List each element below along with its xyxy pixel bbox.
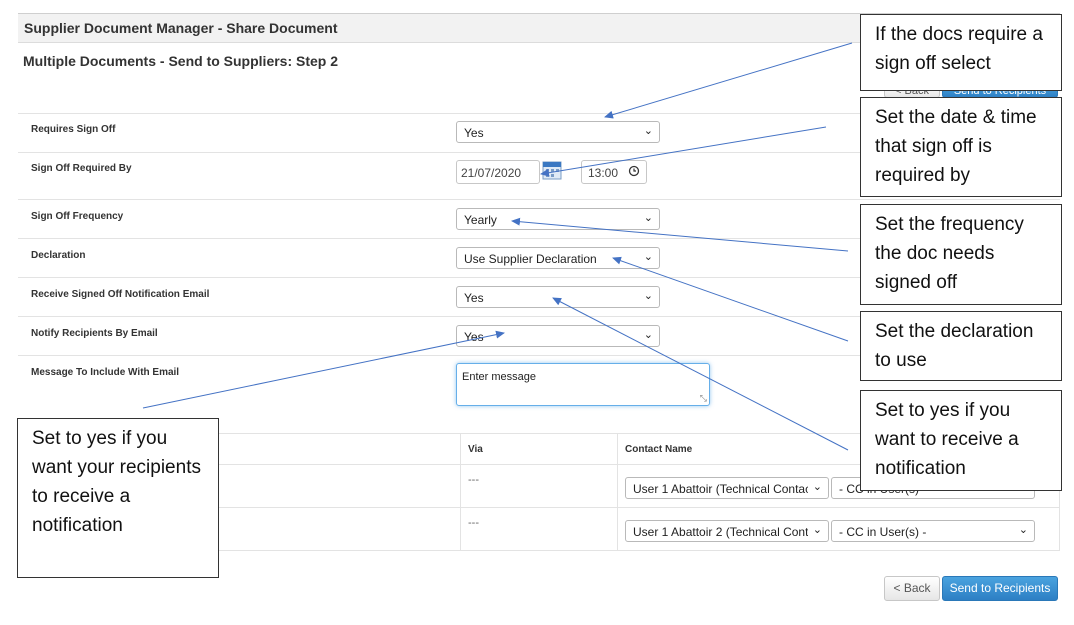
table-col-divider bbox=[617, 433, 618, 551]
receive-notification-label: Receive Signed Off Notification Email bbox=[31, 289, 210, 300]
declaration-label: Declaration bbox=[31, 250, 86, 261]
resize-handle-icon[interactable]: ⤡ bbox=[700, 393, 707, 404]
requires-sign-off-select[interactable]: Yes ⌄ bbox=[456, 121, 660, 143]
declaration-select[interactable]: Use Supplier Declaration ⌄ bbox=[456, 247, 660, 269]
clock-icon bbox=[628, 165, 640, 180]
chevron-down-icon: ⌄ bbox=[643, 125, 653, 137]
contact-column-header: Contact Name bbox=[625, 444, 693, 455]
chevron-down-icon: ⌄ bbox=[643, 290, 653, 302]
recipient-1-contact-select[interactable]: User 1 Abattoir (Technical Contac ⌄ bbox=[625, 477, 829, 499]
chevron-down-icon: ⌄ bbox=[643, 212, 653, 224]
notify-recipients-label: Notify Recipients By Email bbox=[31, 328, 158, 339]
chevron-down-icon: ⌄ bbox=[643, 251, 653, 263]
notify-recipients-value: Yes bbox=[464, 330, 484, 344]
notify-recipients-select[interactable]: Yes ⌄ bbox=[456, 325, 660, 347]
message-textarea[interactable]: Enter message ⤡ bbox=[456, 363, 710, 406]
send-to-recipients-button[interactable]: Send to Recipients bbox=[942, 576, 1058, 601]
row-divider bbox=[18, 199, 1060, 200]
recipient-1-via: --- bbox=[468, 474, 479, 486]
sign-off-frequency-value: Yearly bbox=[464, 213, 497, 227]
chevron-down-icon: ⌄ bbox=[812, 524, 822, 536]
sign-off-required-by-label: Sign Off Required By bbox=[31, 163, 132, 174]
chevron-down-icon: ⌄ bbox=[1018, 524, 1028, 536]
declaration-value: Use Supplier Declaration bbox=[464, 252, 597, 266]
callout-date-time: Set the date & time that sign off is req… bbox=[860, 97, 1062, 197]
sign-off-frequency-select[interactable]: Yearly ⌄ bbox=[456, 208, 660, 230]
receive-notification-value: Yes bbox=[464, 291, 484, 305]
callout-declaration: Set the declaration to use bbox=[860, 311, 1062, 381]
chevron-down-icon: ⌄ bbox=[812, 481, 822, 493]
table-col-divider bbox=[460, 433, 461, 551]
chevron-down-icon: ⌄ bbox=[643, 329, 653, 341]
window-title: Supplier Document Manager - Share Docume… bbox=[24, 20, 338, 36]
message-value: Enter message bbox=[462, 371, 536, 383]
callout-sign-off: If the docs require a sign off select bbox=[860, 14, 1062, 91]
message-label: Message To Include With Email bbox=[31, 367, 180, 378]
recipient-1-contact-value: User 1 Abattoir (Technical Contac bbox=[633, 482, 808, 496]
recipient-2-contact-select[interactable]: User 1 Abattoir 2 (Technical Conta ⌄ bbox=[625, 520, 829, 542]
sign-off-time-input[interactable]: 13:00 bbox=[581, 160, 647, 184]
requires-sign-off-value: Yes bbox=[464, 126, 484, 140]
sign-off-frequency-label: Sign Off Frequency bbox=[31, 211, 124, 222]
callout-receive-notification: Set to yes if you want to receive a noti… bbox=[860, 390, 1062, 491]
calendar-icon[interactable] bbox=[542, 160, 562, 180]
sign-off-date-value: 21/07/2020 bbox=[461, 166, 522, 180]
callout-notify-recipients: Set to yes if you want your recipients t… bbox=[17, 418, 219, 578]
sign-off-date-input[interactable]: 21/07/2020 bbox=[456, 160, 540, 184]
callout-frequency: Set the frequency the doc needs signed o… bbox=[860, 204, 1062, 305]
via-column-header: Via bbox=[468, 444, 483, 455]
sign-off-time-value: 13:00 bbox=[588, 166, 619, 180]
receive-notification-select[interactable]: Yes ⌄ bbox=[456, 286, 660, 308]
page-title: Multiple Documents - Send to Suppliers: … bbox=[23, 53, 339, 69]
recipient-2-cc-select[interactable]: - CC in User(s) - ⌄ bbox=[831, 520, 1035, 542]
recipient-2-via: --- bbox=[468, 517, 479, 529]
recipient-2-contact-value: User 1 Abattoir 2 (Technical Conta bbox=[633, 525, 808, 539]
requires-sign-off-label: Requires Sign Off bbox=[31, 124, 116, 135]
recipient-2-cc-value: - CC in User(s) - bbox=[839, 525, 927, 539]
back-button[interactable]: < Back bbox=[884, 576, 940, 601]
